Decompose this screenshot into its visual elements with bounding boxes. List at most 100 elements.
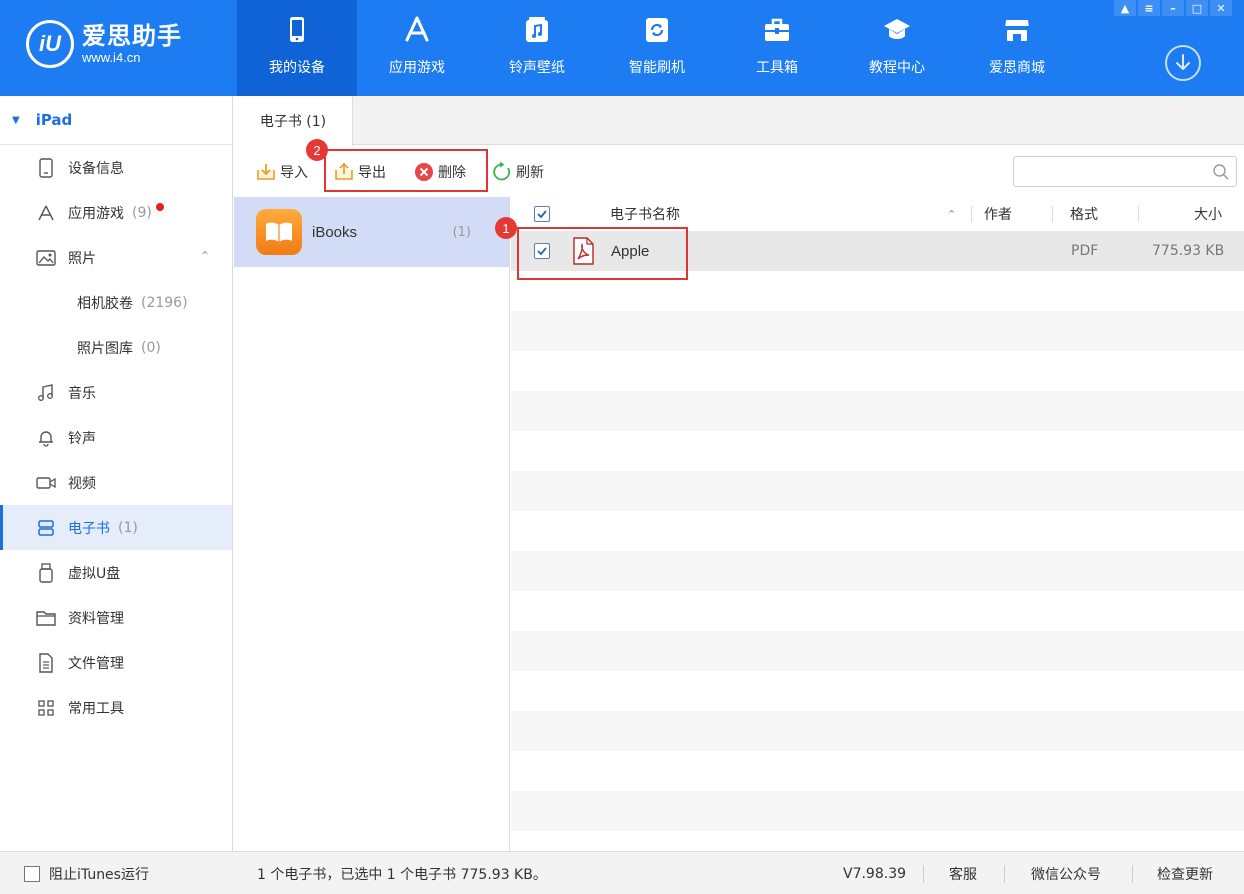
sidebar-item-ringtones[interactable]: 铃声 [0,415,232,460]
menu-icon[interactable]: ≡ [1138,0,1160,16]
usb-icon [36,562,56,583]
nav-shop[interactable]: 爱思商城 [957,0,1077,96]
table-row-empty [511,711,1244,751]
nav-smart-flash[interactable]: 智能刷机 [597,0,717,96]
check-update-link[interactable]: 检查更新 [1157,852,1213,894]
nav-my-device[interactable]: 我的设备 [237,0,357,96]
file-icon [36,652,56,673]
sidebar-item-count: (1) [118,519,138,536]
sort-up-icon[interactable]: ⌃ [947,208,956,221]
search-input[interactable] [1014,157,1204,186]
status-bar: 阻止iTunes运行 1 个电子书，已选中 1 个电子书 775.93 KB。 … [0,851,1244,894]
sidebar-item-ebooks[interactable]: 电子书 (1) [0,505,232,550]
table-row-empty [511,271,1244,311]
column-author[interactable]: 作者 [984,204,1012,224]
toolbox-icon [765,18,789,41]
row-name: Apple [611,242,650,260]
sidebar-item-label: 虚拟U盘 [68,565,121,582]
sidebar-item-label: 相机胶卷 [77,295,133,312]
sidebar-item-photos[interactable]: 照片 ⌃ [0,235,232,280]
sidebar-item-data-management[interactable]: 资料管理 [0,595,232,640]
nav-toolbox[interactable]: 工具箱 [717,0,837,96]
sidebar-item-label: 应用游戏 [68,205,124,222]
support-link[interactable]: 客服 [949,852,977,894]
sidebar-item-label: 资料管理 [68,610,124,627]
photo-icon [36,248,56,268]
import-button[interactable]: 导入 [256,161,308,183]
app-count: (1) [452,224,471,240]
sidebar-item-music[interactable]: 音乐 [0,370,232,415]
sidebar-item-photo-library[interactable]: 照片图库 (0) [0,325,232,370]
nav-ringtones-wallpapers[interactable]: 铃声壁纸 [477,0,597,96]
table-row-empty [511,511,1244,551]
search-icon[interactable] [1212,163,1230,181]
nav-tutorials[interactable]: 教程中心 [837,0,957,96]
refresh-button[interactable]: 刷新 [492,161,544,183]
delete-button[interactable]: 删除 [414,161,466,183]
annotation-badge-1: 1 [495,217,517,239]
caret-down-icon: ▼ [12,114,20,126]
column-format[interactable]: 格式 [1070,204,1098,224]
nav-label: 铃声壁纸 [509,60,565,76]
download-icon[interactable] [1165,45,1201,81]
list-item-ibooks[interactable]: iBooks (1) [234,197,509,267]
row-checkbox[interactable] [534,243,550,259]
flash-icon [646,18,668,42]
nav-apps-games[interactable]: 应用游戏 [357,0,477,96]
grid-icon [36,698,56,718]
shop-icon [1005,20,1029,41]
sidebar-item-label: 音乐 [68,385,96,402]
close-icon[interactable]: ✕ [1210,0,1232,16]
status-summary: 1 个电子书，已选中 1 个电子书 775.93 KB。 [257,866,547,883]
wechat-link[interactable]: 微信公众号 [1031,852,1101,894]
table-row[interactable]: Apple PDF 775.93 KB [511,231,1244,271]
row-format: PDF [1071,243,1099,259]
search-box[interactable] [1013,156,1237,187]
sidebar-item-label: 照片 [68,250,96,267]
notification-badge [156,203,164,211]
sidebar-item-video[interactable]: 视频 [0,460,232,505]
sidebar-item-camera-roll[interactable]: 相机胶卷 (2196) [0,280,232,325]
block-itunes-checkbox[interactable] [24,865,40,882]
table-row-empty [511,351,1244,391]
app-list: iBooks (1) [234,197,510,851]
maximize-icon[interactable]: □ [1186,0,1208,16]
select-all-checkbox[interactable] [534,206,550,222]
sidebar: ▼ iPad 设备信息 应用游戏 (9) 照片 ⌃ 相机胶卷 (2196) 照片… [0,96,233,851]
shirt-icon[interactable]: ▲ [1114,0,1136,16]
sidebar-item-apps[interactable]: 应用游戏 (9) [0,190,232,235]
table-row-empty [511,471,1244,511]
device-name: iPad [35,111,73,129]
export-icon [335,163,353,180]
export-button[interactable]: 导出 [334,161,386,183]
ebook-table: 电子书名称 ⌃ 作者 格式 大小 Apple PDF 775.93 KB [511,197,1244,851]
video-icon [36,473,56,493]
sidebar-item-label: 文件管理 [68,655,124,672]
sidebar-item-count: (0) [141,339,161,356]
sidebar-item-label: 设备信息 [68,160,124,177]
bell-icon [36,428,56,448]
import-label: 导入 [280,165,308,181]
app-url: www.i4.cn [82,50,141,65]
sidebar-item-count: (2196) [141,294,188,311]
column-name[interactable]: 电子书名称 [610,204,680,224]
sidebar-item-label: 电子书 [68,520,110,537]
column-size[interactable]: 大小 [1194,204,1222,224]
chevron-up-icon[interactable]: ⌃ [200,249,210,263]
sidebar-item-virtual-usb[interactable]: 虚拟U盘 [0,550,232,595]
sidebar-item-tools[interactable]: 常用工具 [0,685,232,730]
sidebar-item-file-management[interactable]: 文件管理 [0,640,232,685]
row-size: 775.93 KB [1152,243,1225,259]
refresh-label: 刷新 [516,165,544,181]
sidebar-item-device-info[interactable]: 设备信息 [0,145,232,190]
sidebar-item-count: (9) [132,204,152,221]
nav-label: 我的设备 [269,60,325,76]
device-selector[interactable]: ▼ iPad [0,96,232,145]
minimize-icon[interactable]: – [1162,0,1184,16]
table-row-empty [511,751,1244,791]
block-itunes-label: 阻止iTunes运行 [49,866,149,883]
ibooks-icon [256,209,302,255]
block-itunes-toggle[interactable]: 阻止iTunes运行 [24,852,149,894]
tab-ebooks[interactable]: 电子书 (1) [234,96,353,146]
table-row-empty [511,631,1244,671]
